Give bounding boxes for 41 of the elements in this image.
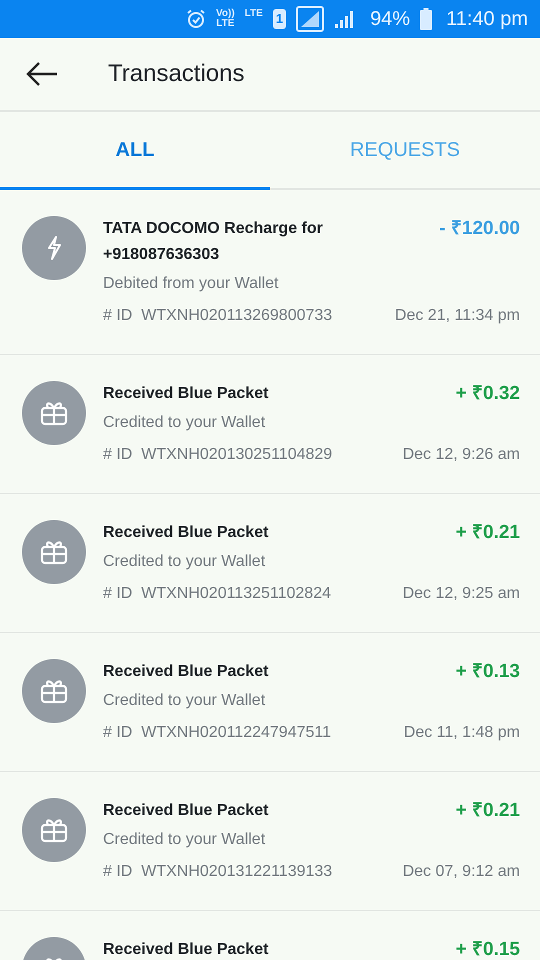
transaction-amount: + ₹0.21 — [456, 799, 520, 823]
transaction-id: # ID WTXNH020113269800733 — [103, 306, 332, 326]
tab[interactable]: ALL — [0, 112, 270, 190]
transaction-subtitle: Credited to your Wallet — [103, 552, 266, 572]
transaction-subtitle: Credited to your Wallet — [103, 691, 266, 711]
transaction-date: Dec 12, 9:26 am — [402, 445, 520, 465]
transaction-title: Received Blue Packet — [103, 523, 268, 543]
lightning-icon — [45, 235, 63, 261]
tab[interactable]: REQUESTS — [270, 112, 540, 188]
transaction-id: # ID WTXNH020130251104829 — [103, 445, 332, 465]
transaction-id: # ID WTXNH020131221139133 — [103, 862, 332, 882]
page-title: Transactions — [108, 59, 244, 89]
network-label: LTE — [244, 7, 263, 21]
transaction-title: Received Blue Packet — [103, 940, 268, 960]
transaction-amount: + ₹0.21 — [456, 521, 520, 545]
transaction-title: Received Blue Packet — [103, 662, 268, 682]
transaction-date: Dec 07, 9:12 am — [402, 862, 520, 882]
transaction-title: Received Blue Packet — [103, 384, 268, 404]
battery-percent: 94% — [370, 7, 410, 32]
transaction-id: # ID WTXNH020113251102824 — [103, 584, 331, 604]
transaction-date: Dec 21, 11:34 pm — [394, 306, 520, 326]
alarm-icon — [186, 9, 206, 29]
transaction-amount: + ₹0.15 — [456, 938, 520, 960]
status-time: 11:40 pm — [446, 7, 528, 32]
transaction-date: Dec 11, 1:48 pm — [404, 723, 520, 743]
transaction-subtitle: Credited to your Wallet — [103, 830, 266, 850]
transaction-title: Received Blue Packet — [103, 801, 268, 821]
transaction-id: # ID WTXNH020112247947511 — [103, 723, 331, 743]
battery-icon — [420, 8, 432, 30]
transaction-amount: + ₹0.32 — [456, 382, 520, 406]
signal-icon — [296, 6, 324, 32]
sim-badge: 1 — [272, 9, 286, 29]
volte-label: LTE — [216, 19, 234, 29]
back-arrow-icon — [26, 61, 58, 87]
transaction-date: Dec 12, 9:25 am — [402, 584, 520, 604]
transaction-amount: + ₹0.13 — [456, 660, 520, 684]
transaction-subtitle: Debited from your Wallet — [103, 274, 280, 294]
transaction-title: TATA DOCOMO Recharge for +918087636303 — [103, 219, 324, 265]
transaction-amount: - ₹120.00 — [439, 217, 520, 241]
transaction-subtitle: Credited to your Wallet — [103, 413, 266, 433]
volte-label: Vo)) — [216, 9, 235, 19]
